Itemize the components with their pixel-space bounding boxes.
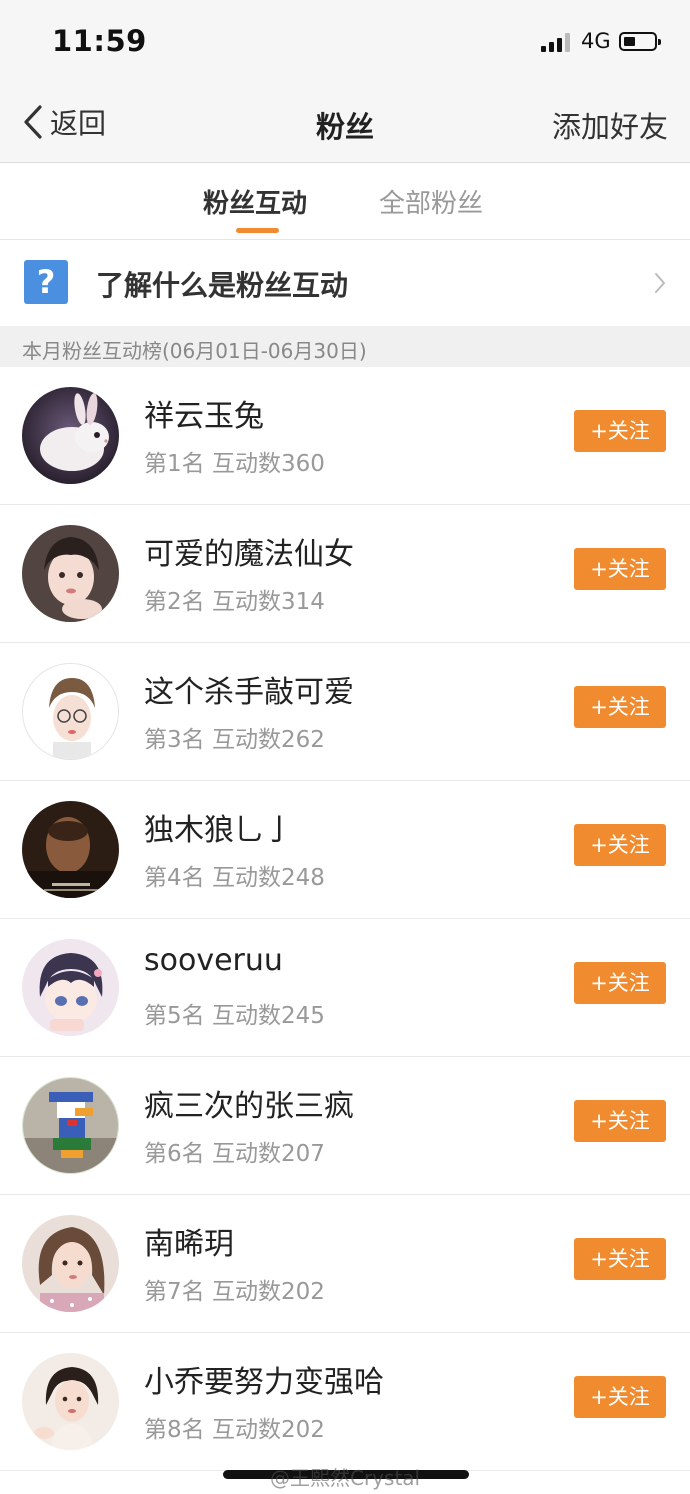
watermark-text: @王熙然Crystal — [270, 1466, 421, 1490]
fan-name: 南晞玥 — [144, 1227, 234, 1262]
avatar[interactable] — [22, 939, 119, 1036]
follow-button[interactable]: +关注 — [574, 686, 666, 728]
status-time: 11:59 — [52, 24, 147, 58]
info-text: 了解什么是粉丝互动 — [96, 269, 349, 302]
status-bar: 11:59 4G — [0, 0, 690, 82]
list-item[interactable]: 南晞玥 第7名 互动数202 +关注 — [0, 1195, 690, 1333]
avatar[interactable] — [22, 387, 119, 484]
fan-interaction-info-row[interactable]: ? 了解什么是粉丝互动 — [0, 240, 690, 325]
navigation-bar: 返回 粉丝 添加好友 — [0, 82, 690, 163]
list-item[interactable]: 祥云玉兔 第1名 互动数360 +关注 — [0, 367, 690, 505]
fan-name: 祥云玉兔 — [144, 399, 264, 434]
follow-button[interactable]: +关注 — [574, 548, 666, 590]
follow-button[interactable]: +关注 — [574, 1238, 666, 1280]
fan-name: sooveruu — [144, 943, 283, 978]
back-button[interactable]: 返回 — [22, 102, 106, 142]
avatar[interactable] — [22, 1077, 119, 1174]
fan-rank-stat: 第2名 互动数314 — [144, 589, 325, 615]
tab-all-fans[interactable]: 全部粉丝 — [379, 183, 483, 220]
avatar[interactable] — [22, 663, 119, 760]
follow-button[interactable]: +关注 — [574, 962, 666, 1004]
add-friend-button[interactable]: 添加好友 — [552, 104, 668, 146]
avatar[interactable] — [22, 801, 119, 898]
list-item[interactable]: 疯三次的张三疯 第6名 互动数207 +关注 — [0, 1057, 690, 1195]
fan-list: 祥云玉兔 第1名 互动数360 +关注 可爱的魔法仙女 第2名 互动数314 +… — [0, 367, 690, 1471]
fan-rank-stat: 第5名 互动数245 — [144, 1003, 325, 1029]
list-item[interactable]: 可爱的魔法仙女 第2名 互动数314 +关注 — [0, 505, 690, 643]
fan-rank-stat: 第4名 互动数248 — [144, 865, 325, 891]
ranking-period-label: 本月粉丝互动榜(06月01日-06月30日) — [22, 339, 367, 363]
battery-icon — [619, 32, 661, 51]
follow-button[interactable]: +关注 — [574, 410, 666, 452]
tab-bar: 粉丝互动 全部粉丝 — [0, 163, 690, 240]
follow-button[interactable]: +关注 — [574, 824, 666, 866]
fan-name: 这个杀手敲可爱 — [144, 675, 354, 710]
back-label: 返回 — [50, 107, 107, 140]
chevron-right-icon — [655, 273, 665, 293]
avatar[interactable] — [22, 1215, 119, 1312]
fan-name: 独木狼乚亅 — [144, 813, 294, 848]
fan-name: 疯三次的张三疯 — [144, 1089, 354, 1124]
fan-name: 小乔要努力变强哈 — [144, 1365, 384, 1400]
list-item[interactable]: 小乔要努力变强哈 第8名 互动数202 +关注 — [0, 1333, 690, 1471]
avatar[interactable] — [22, 1353, 119, 1450]
tab-fan-interaction[interactable]: 粉丝互动 — [203, 183, 307, 220]
fan-name: 可爱的魔法仙女 — [144, 537, 354, 572]
fan-rank-stat: 第6名 互动数207 — [144, 1141, 325, 1167]
signal-icon — [541, 32, 573, 52]
list-item[interactable]: sooveruu 第5名 互动数245 +关注 — [0, 919, 690, 1057]
list-item[interactable]: 独木狼乚亅 第4名 互动数248 +关注 — [0, 781, 690, 919]
fan-rank-stat: 第8名 互动数202 — [144, 1417, 325, 1443]
active-tab-indicator — [236, 228, 279, 233]
question-icon: ? — [24, 260, 68, 304]
ranking-section-header: 本月粉丝互动榜(06月01日-06月30日) — [0, 326, 690, 367]
fan-rank-stat: 第1名 互动数360 — [144, 451, 325, 477]
follow-button[interactable]: +关注 — [574, 1376, 666, 1418]
chevron-left-icon — [24, 105, 42, 139]
avatar[interactable] — [22, 525, 119, 622]
fan-rank-stat: 第7名 互动数202 — [144, 1279, 325, 1305]
follow-button[interactable]: +关注 — [574, 1100, 666, 1142]
list-item[interactable]: 这个杀手敲可爱 第3名 互动数262 +关注 — [0, 643, 690, 781]
network-type: 4G — [581, 29, 611, 53]
fan-rank-stat: 第3名 互动数262 — [144, 727, 325, 753]
